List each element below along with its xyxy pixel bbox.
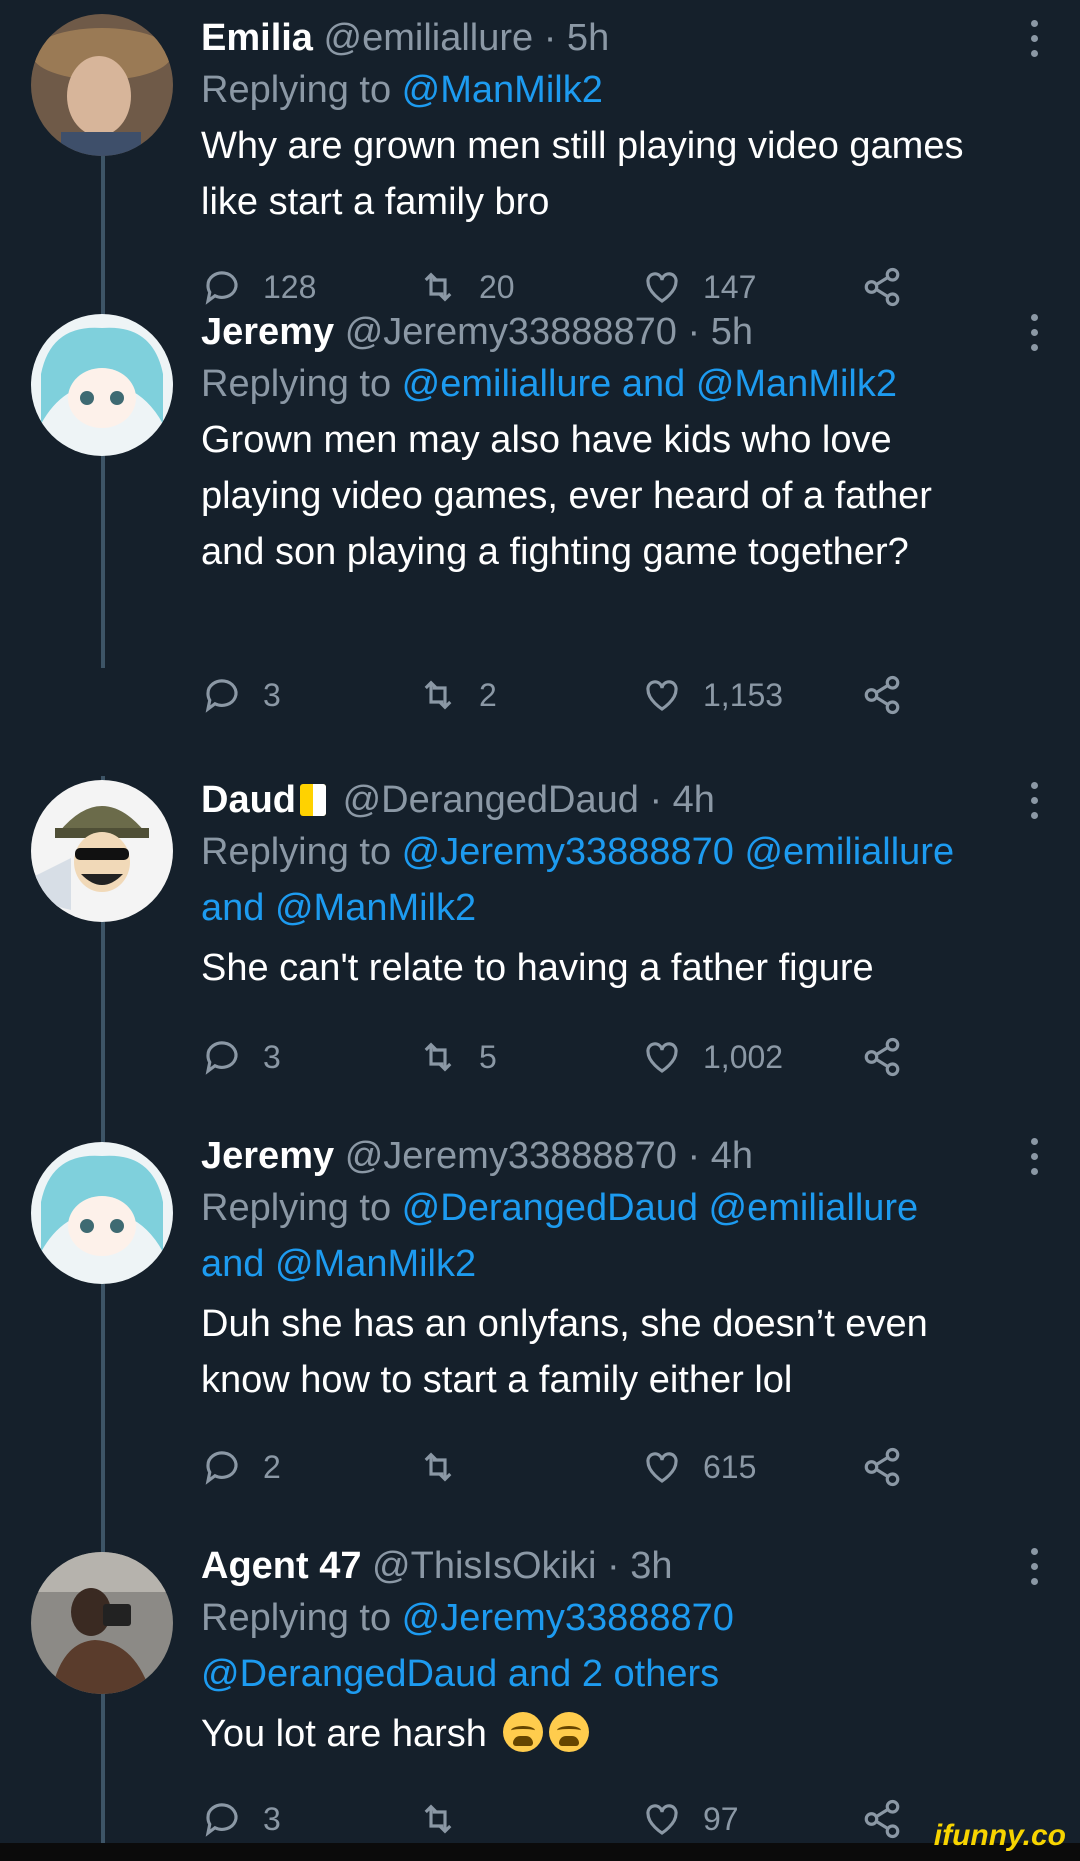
username[interactable]: @ThisIsOkiki	[372, 1545, 596, 1587]
like-icon	[646, 1804, 678, 1835]
tweet-text: Duh she has an onlyfans, she doesn’t eve…	[201, 1303, 928, 1401]
retweet-button[interactable]	[417, 1794, 479, 1844]
like-icon	[646, 1042, 678, 1073]
avatar[interactable]	[31, 1142, 173, 1284]
action-bar: 3 97	[201, 1794, 921, 1844]
share-icon	[864, 267, 900, 307]
flag-badge-icon	[300, 784, 326, 816]
retweet-button[interactable]: 2	[417, 670, 497, 720]
action-bar: 2 615	[201, 1442, 921, 1492]
replying-to: Replying to @Jeremy33888870 @DerangedDau…	[201, 1590, 1040, 1702]
retweet-button[interactable]: 5	[417, 1032, 497, 1082]
reply-icon	[205, 271, 238, 305]
thread-line	[101, 450, 105, 668]
like-button[interactable]: 1,002	[641, 1032, 783, 1082]
avatar[interactable]	[31, 780, 173, 922]
mention-link[interactable]: @emiliallure and @ManMilk2	[402, 363, 897, 405]
mention-link[interactable]: @Jeremy33888870 @emiliallure	[402, 831, 954, 873]
retweet-icon	[424, 680, 452, 710]
thread-line	[101, 1694, 105, 1844]
more-icon[interactable]	[1028, 1138, 1040, 1178]
replying-to: Replying to @Jeremy33888870 @emiliallure…	[201, 824, 1040, 936]
display-name[interactable]: Jeremy	[201, 1135, 334, 1177]
username[interactable]: @DerangedDaud	[343, 779, 639, 821]
thread-line	[101, 1132, 105, 1142]
more-icon[interactable]	[1028, 314, 1040, 354]
like-button[interactable]: 1,153	[641, 670, 783, 720]
mention-link[interactable]: @ManMilk2	[402, 69, 603, 111]
avatar[interactable]	[31, 314, 173, 456]
timestamp: · 3h	[606, 1545, 673, 1587]
display-name[interactable]: Jeremy	[201, 311, 334, 353]
timestamp: · 5h	[543, 17, 610, 59]
retweet-icon	[424, 1452, 452, 1482]
tweet-text: Grown men may also have kids who love pl…	[201, 419, 932, 573]
reply-button[interactable]: 3	[201, 670, 281, 720]
share-button[interactable]	[861, 670, 923, 720]
username[interactable]: @Jeremy33888870	[345, 1135, 677, 1177]
share-button[interactable]	[861, 1032, 923, 1082]
share-icon	[864, 1037, 900, 1077]
action-bar: 3 5 1,002	[201, 1032, 921, 1082]
footer-bar	[0, 1843, 1080, 1861]
tweet-text: You lot are harsh	[201, 1706, 1040, 1762]
tweet-text: She can't relate to having a father figu…	[201, 947, 874, 989]
like-button[interactable]: 147	[641, 262, 756, 312]
reply-button[interactable]: 2	[201, 1442, 281, 1492]
reply-icon	[205, 679, 238, 713]
timestamp: · 4h	[687, 1135, 753, 1177]
reply-button[interactable]: 128	[201, 262, 316, 312]
retweet-icon	[424, 1804, 452, 1834]
avatar[interactable]	[31, 1552, 173, 1694]
thread-line	[101, 156, 105, 324]
share-button[interactable]	[861, 1442, 923, 1492]
reply-icon	[205, 1041, 238, 1075]
more-icon[interactable]	[1028, 20, 1040, 60]
share-button[interactable]	[861, 262, 923, 312]
action-bar: 128 20 147	[201, 262, 921, 312]
share-icon	[864, 1799, 900, 1839]
display-name[interactable]: Emilia	[201, 17, 313, 59]
loudly-crying-face-emoji	[503, 1712, 544, 1752]
replying-to: Replying to @DerangedDaud @emiliallure a…	[201, 1180, 1040, 1292]
thread-line	[101, 922, 105, 1132]
mention-link[interactable]: and @ManMilk2	[201, 880, 1040, 936]
like-button[interactable]: 615	[641, 1442, 756, 1492]
timestamp: · 5h	[687, 311, 753, 353]
more-icon[interactable]	[1028, 1548, 1040, 1588]
reply-button[interactable]: 3	[201, 1794, 281, 1844]
like-icon	[646, 272, 678, 303]
reply-icon	[205, 1451, 238, 1485]
mention-link[interactable]: and @ManMilk2	[201, 1236, 1040, 1292]
display-name[interactable]: Daud	[201, 779, 296, 821]
retweet-icon	[424, 272, 452, 302]
reply-icon	[205, 1803, 238, 1837]
avatar[interactable]	[31, 14, 173, 156]
timestamp: · 4h	[649, 779, 715, 821]
loudly-crying-face-emoji	[549, 1712, 590, 1752]
share-button[interactable]	[861, 1794, 923, 1844]
username[interactable]: @Jeremy33888870	[345, 311, 677, 353]
display-name[interactable]: Agent 47	[201, 1545, 361, 1587]
more-icon[interactable]	[1028, 782, 1040, 822]
like-icon	[646, 1452, 678, 1483]
share-icon	[864, 675, 900, 715]
retweet-icon	[424, 1042, 452, 1072]
username[interactable]: @emiliallure	[324, 17, 534, 59]
tweet-text: Why are grown men still playing video ga…	[201, 125, 964, 223]
retweet-button[interactable]	[417, 1442, 479, 1492]
replying-to: Replying to @emiliallure and @ManMilk2	[201, 363, 897, 405]
mention-link[interactable]: @DerangedDaud @emiliallure	[402, 1187, 919, 1229]
share-icon	[864, 1447, 900, 1487]
reply-button[interactable]: 3	[201, 1032, 281, 1082]
mention-link[interactable]: @DerangedDaud and 2 others	[201, 1646, 1040, 1702]
replying-to: Replying to @ManMilk2	[201, 69, 603, 111]
retweet-button[interactable]: 20	[417, 262, 515, 312]
watermark: ifunny.co	[933, 1819, 1066, 1852]
like-icon	[646, 680, 678, 711]
mention-link[interactable]: @Jeremy33888870	[402, 1597, 734, 1639]
like-button[interactable]: 97	[641, 1794, 739, 1844]
action-bar: 3 2 1,153	[201, 670, 921, 720]
